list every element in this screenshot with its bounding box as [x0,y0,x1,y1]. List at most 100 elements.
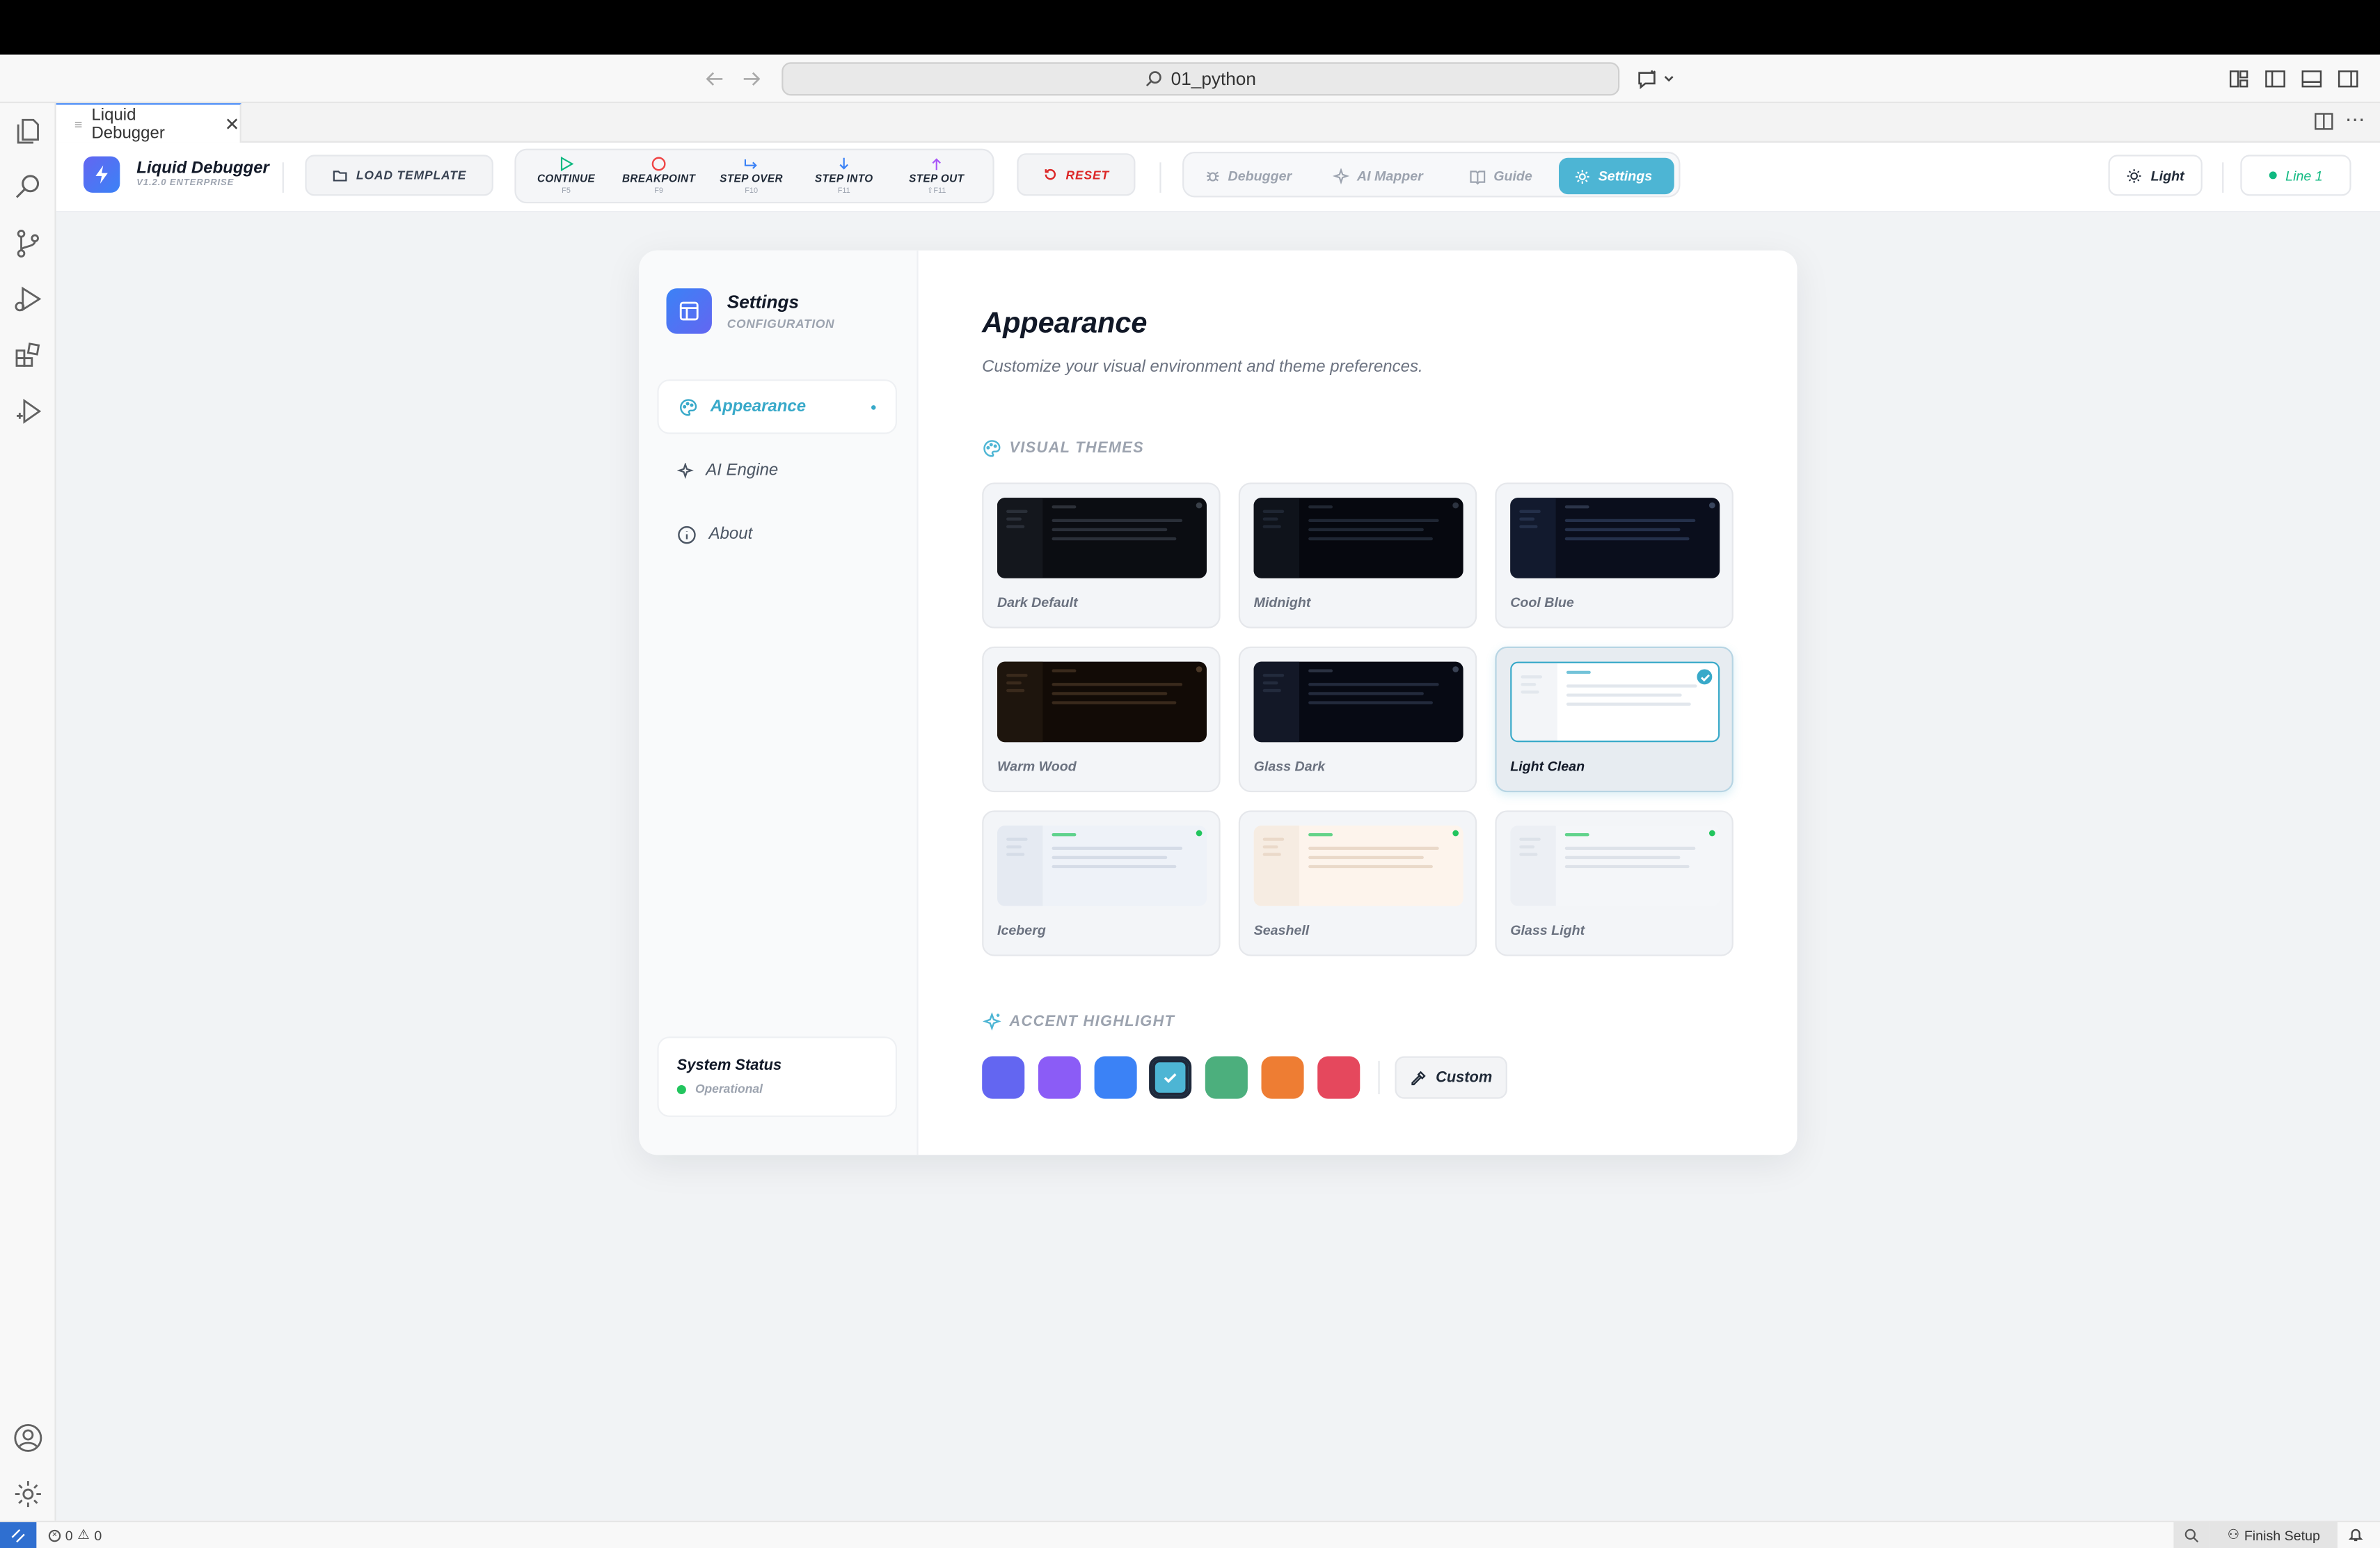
editor-tab-strip: ≡ Liquid Debugger ✕ ⋯ [56,103,2380,143]
brand-name: Liquid Debugger [136,159,269,178]
settings-sidebar: Settings CONFIGURATION Appearance AI Eng… [639,250,919,1155]
settings-nav-ai-engine[interactable]: AI Engine [657,443,897,498]
divider [282,162,284,193]
accent-swatch[interactable] [1205,1056,1248,1099]
search-icon [1146,71,1162,87]
settings-nav-label: Appearance [710,397,807,416]
reset-button[interactable]: RESET [1017,153,1136,196]
remote-indicator-icon[interactable] [0,1522,37,1548]
theme-card-seashell[interactable]: Seashell [1238,810,1477,956]
settings-nav-appearance[interactable]: Appearance [657,379,898,434]
custom-accent-button[interactable]: Custom [1395,1056,1507,1099]
toggle-primary-sidebar-icon[interactable] [2263,67,2287,91]
theme-card-light-clean[interactable]: Light Clean [1495,646,1734,793]
theme-card-midnight[interactable]: Midnight [1238,482,1477,629]
tab-debugger[interactable]: Debugger [1190,158,1307,194]
step-into-icon [836,157,852,172]
theme-preview [997,498,1207,578]
load-template-button[interactable]: LOAD TEMPLATE [305,155,493,196]
tab-ai-mapper[interactable]: AI Mapper [1317,158,1438,194]
tab-guide[interactable]: Guide [1454,158,1548,194]
warning-icon: ⚠ [77,1526,90,1542]
check-icon [1695,668,1714,686]
problems-indicator[interactable]: × 0 ⚠ 0 [48,1526,102,1543]
extensions-icon[interactable] [12,340,44,372]
page-description: Customize your visual environment and th… [982,358,1423,377]
source-control-icon[interactable] [12,228,44,260]
zoom-icon[interactable] [2173,1522,2210,1548]
step-into-button[interactable]: STEP INTO F11 [800,157,888,199]
explorer-icon[interactable] [12,116,44,148]
system-status-title: System Status [676,1057,782,1075]
theme-card-dark-default[interactable]: Dark Default [982,482,1221,629]
theme-name: Cool Blue [1510,594,1574,610]
toggle-secondary-sidebar-icon[interactable] [2336,67,2361,91]
accent-swatch[interactable] [982,1056,1025,1099]
active-indicator-dot [871,405,876,410]
theme-name: Glass Light [1510,922,1585,938]
system-status-card: System Status Operational [657,1036,898,1117]
step-out-icon [929,157,944,172]
copilot-chat-icon[interactable] [1635,67,1677,91]
control-shortcut: F5 [562,187,571,196]
customize-layout-icon[interactable] [2227,67,2251,91]
liquid-debugger-icon[interactable] [12,396,44,428]
theme-name: Dark Default [997,594,1078,610]
sparkle-icon [676,461,694,479]
copilot-icon: ⚇ [2227,1526,2240,1542]
theme-preview [1253,826,1463,906]
step-over-button[interactable]: STEP OVER F10 [707,157,795,199]
divider [1159,162,1161,193]
theme-toggle-button[interactable]: Light [2108,155,2203,196]
custom-label: Custom [1436,1069,1493,1087]
editor-area: Liquid Debugger V1.2.0 ENTERPRISE LOAD T… [56,142,2380,1521]
search-icon[interactable] [12,171,44,203]
status-bar: × 0 ⚠ 0 ⚇ Finish Setup [0,1520,2380,1548]
finish-setup-button[interactable]: ⚇ Finish Setup [2210,1522,2338,1548]
accent-swatch[interactable] [1038,1056,1081,1099]
status-dot [676,1084,686,1095]
settings-nav-about[interactable]: About [657,507,897,561]
sparkle-icon [1333,167,1350,184]
control-label: STEP INTO [814,174,873,186]
control-label: CONTINUE [537,174,596,186]
line-status-dot [2269,171,2277,180]
theme-card-cool-blue[interactable]: Cool Blue [1495,482,1734,629]
close-icon[interactable]: ✕ [225,113,240,134]
debugger-header: Liquid Debugger V1.2.0 ENTERPRISE LOAD T… [56,142,2380,213]
theme-card-glass-light[interactable]: Glass Light [1495,810,1734,956]
load-template-label: LOAD TEMPLATE [356,168,467,182]
forward-arrow-icon[interactable] [739,67,763,91]
current-line-indicator[interactable]: Line 1 [2240,155,2351,196]
notifications-bell-icon[interactable] [2348,1526,2363,1542]
back-arrow-icon[interactable] [703,67,727,91]
step-over-icon [744,157,759,172]
split-editor-icon[interactable] [2313,111,2335,132]
run-debug-icon[interactable] [12,284,44,316]
more-actions-icon[interactable]: ⋯ [2345,108,2365,132]
os-menu-bar [0,0,2380,55]
tab-liquid-debugger[interactable]: ≡ Liquid Debugger ✕ [56,103,241,143]
accent-swatch[interactable] [1317,1056,1360,1099]
toggle-panel-icon[interactable] [2299,67,2324,91]
tab-settings[interactable]: Settings [1559,157,1674,195]
command-center-search[interactable]: 01_python [782,62,1620,96]
theme-card-glass-dark[interactable]: Glass Dark [1238,646,1477,793]
accent-swatch[interactable] [1261,1056,1304,1099]
main-nav-tabs: Debugger AI Mapper Guide Settings [1182,152,1681,198]
control-label: BREAKPOINT [621,174,696,186]
theme-name: Glass Dark [1253,759,1326,774]
theme-label: Light [2150,167,2184,183]
accent-swatch[interactable] [1149,1056,1193,1099]
breakpoint-button[interactable]: BREAKPOINT F9 [614,157,703,199]
settings-nav-label: About [708,525,753,544]
account-icon[interactable] [12,1422,44,1454]
theme-card-warm-wood[interactable]: Warm Wood [982,646,1221,793]
accent-swatch[interactable] [1093,1056,1136,1099]
theme-card-iceberg[interactable]: Iceberg [982,810,1221,956]
continue-button[interactable]: CONTINUE F5 [522,156,610,199]
manage-gear-icon[interactable] [12,1478,44,1510]
step-out-button[interactable]: STEP OUT ⇧F11 [892,157,981,199]
tab-label: Guide [1493,168,1532,184]
tab-label: Settings [1598,168,1653,184]
